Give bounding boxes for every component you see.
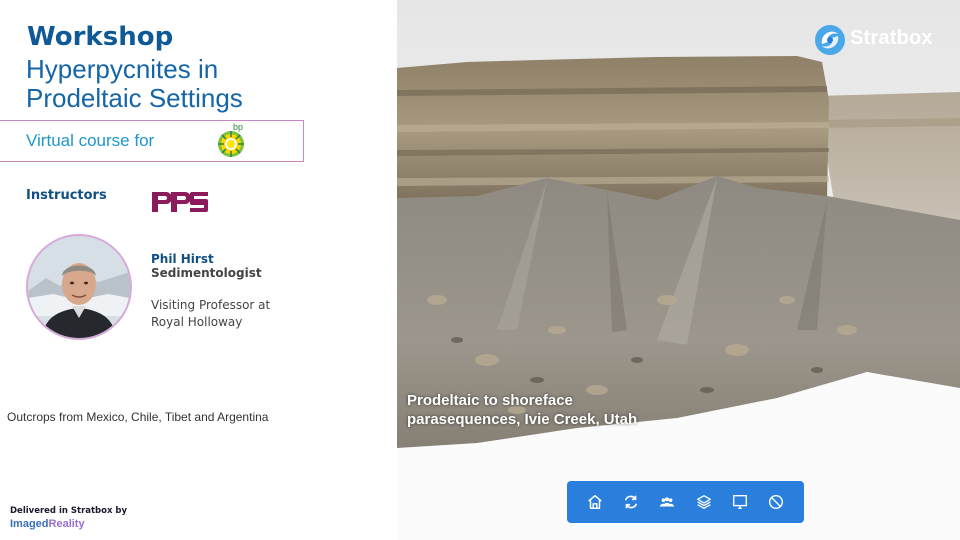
workshop-label: Workshop — [27, 22, 174, 52]
home-icon — [588, 494, 602, 510]
stratbox-logo: Stratbox — [814, 24, 944, 56]
bp-logo-text: bp — [233, 122, 244, 132]
instructors-heading: Instructors — [26, 188, 107, 203]
instructor-role: Sedimentologist — [151, 266, 262, 280]
home-button[interactable] — [583, 490, 607, 514]
users-button[interactable] — [655, 490, 679, 514]
affiliation-line-1: Visiting Professor at — [151, 298, 271, 312]
title-line-1: Hyperpycnites in — [26, 54, 219, 84]
display-button[interactable] — [728, 490, 752, 514]
outcrop-caption: Prodeltaic to shoreface parasequences, I… — [407, 391, 707, 429]
title-line-2: Prodeltaic Settings — [26, 83, 243, 113]
rps-logo — [150, 186, 210, 214]
users-icon — [660, 497, 675, 507]
3d-model-viewer[interactable]: Stratbox Prodeltaic to shoreface paraseq… — [397, 0, 960, 540]
outcrops-note: Outcrops from Mexico, Chile, Tibet and A… — [7, 410, 269, 424]
imaged-text: Imaged — [10, 518, 49, 530]
caption-line-2: parasequences, Ivie Creek, Utah — [407, 411, 638, 428]
instructor-affiliation: Visiting Professor at Royal Holloway — [151, 297, 270, 331]
monitor-icon — [732, 495, 747, 509]
affiliation-line-2: Royal Holloway — [151, 315, 243, 329]
layers-icon — [696, 495, 711, 509]
reset-view-button[interactable] — [619, 490, 643, 514]
reality-text: Reality — [48, 518, 85, 530]
course-box: Virtual course for bp — [0, 120, 304, 162]
stratbox-swirl-icon — [815, 25, 845, 55]
delivered-label: Delivered in Stratbox by — [10, 506, 128, 516]
imaged-reality-logo: ImagedReality — [10, 518, 85, 530]
disable-button[interactable] — [764, 490, 788, 514]
viewer-toolbar — [567, 481, 804, 523]
caption-line-1: Prodeltaic to shoreface — [407, 392, 573, 409]
stratbox-brand-text: Stratbox — [850, 27, 933, 49]
refresh-icon — [625, 495, 638, 509]
instructor-avatar — [26, 234, 132, 340]
course-label: Virtual course for — [26, 131, 155, 150]
instructor-name: Phil Hirst — [151, 252, 214, 266]
block-icon — [768, 494, 783, 510]
outcrop-model[interactable] — [397, 0, 960, 540]
bp-logo: bp — [213, 122, 249, 160]
layers-button[interactable] — [692, 490, 716, 514]
info-panel: Workshop Hyperpycnites in Prodeltaic Set… — [0, 0, 397, 540]
